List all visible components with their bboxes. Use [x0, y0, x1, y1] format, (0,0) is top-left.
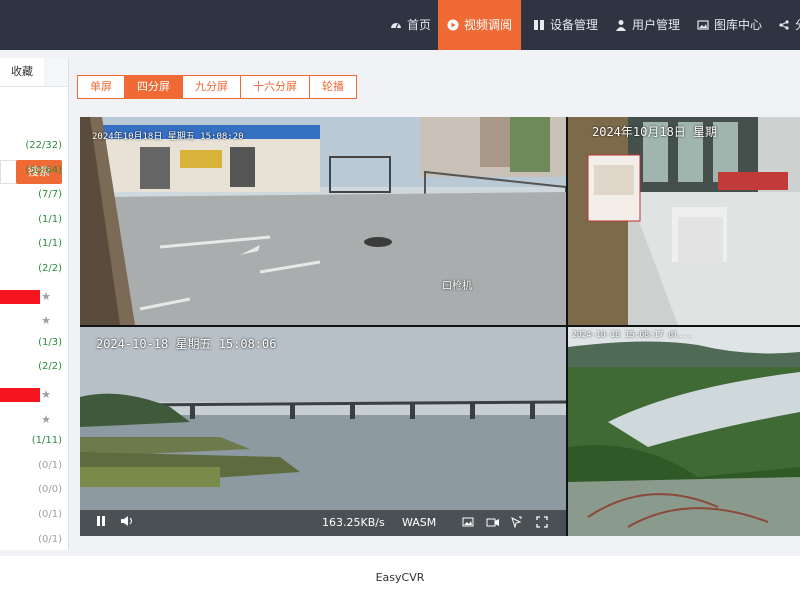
tree-node[interactable]: (2/2) — [0, 361, 62, 381]
tree-node[interactable]: (7/7) — [0, 189, 62, 209]
video-grid: 2024年10月18日 星期五 15:08:20 口枪机 2024年10月18日… — [80, 117, 800, 536]
nav-devices[interactable]: 设备管理 — [533, 0, 598, 50]
page-footer: EasyCVR — [0, 556, 800, 600]
tree-node-count: (50/64) — [25, 165, 62, 176]
tree-node[interactable]: (2/2) — [0, 263, 62, 283]
video-frame-river — [80, 327, 566, 536]
device-tree-panel: 收藏 搜索 (22/32) (50/64) (7/7) (1/1) (1/1) (2/2)… — [0, 58, 69, 550]
camera-name-label: 口枪机 — [442, 281, 472, 292]
nav-share-label: 分 — [795, 0, 800, 50]
tree-node[interactable]: (1/1) — [0, 238, 62, 258]
decoder-readout: WASM — [402, 516, 437, 529]
tree-node[interactable]: (1/3) — [0, 337, 62, 357]
video-frame-lobby — [568, 117, 800, 325]
nav-home[interactable]: 首页 — [390, 0, 431, 50]
tree-node-count: (0/0) — [38, 484, 62, 495]
tree-node-count: (1/1) — [38, 214, 62, 225]
video-cell-1[interactable]: 2024年10月18日 星期五 15:08:20 口枪机 — [80, 117, 566, 325]
split-nine-button[interactable]: 九分屏 — [182, 75, 241, 99]
video-cell-2[interactable]: 2024年10月18日 星期 — [568, 117, 800, 325]
tree-node-count: (0/1) — [38, 460, 62, 471]
split-mode-bar: 单屏 四分屏 九分屏 十六分屏 轮播 — [77, 75, 357, 99]
tree-node[interactable]: (0/1) — [0, 534, 62, 550]
device-icon — [534, 20, 544, 30]
nav-home-label: 首页 — [407, 18, 432, 32]
split-carousel-button[interactable]: 轮播 — [309, 75, 357, 99]
tree-node-count: (1/1) — [38, 238, 62, 249]
dashboard-icon — [391, 23, 401, 29]
tree-node[interactable]: (0/1) — [0, 460, 62, 480]
nav-users-label: 用户管理 — [632, 18, 681, 32]
top-navbar: 首页 视频调阅 设备管理 用户管理 图库中心 分 — [0, 0, 800, 50]
video-cell-3[interactable]: 2024-10-18 星期五 15:08:06 163.25KB/s WASM — [80, 327, 566, 536]
play-icon — [447, 19, 459, 31]
nav-users[interactable]: 用户管理 — [615, 0, 680, 50]
tree-node[interactable]: (1/11) — [0, 435, 62, 455]
nav-video-label: 视频调阅 — [463, 18, 512, 32]
tree-node[interactable]: ★ — [0, 288, 62, 308]
player-control-bar: 163.25KB/s WASM — [80, 510, 566, 536]
split-sixteen-button[interactable]: 十六分屏 — [240, 75, 310, 99]
tree-node[interactable]: ★ — [0, 386, 62, 406]
bitrate-readout: 163.25KB/s — [322, 516, 385, 529]
video-frame-forest — [568, 327, 800, 536]
star-icon[interactable]: ★ — [39, 291, 51, 303]
video-cell-4[interactable]: 2024-10-18 15:08:17 dl... — [568, 327, 800, 536]
star-icon[interactable]: ★ — [39, 389, 51, 401]
tree-node-count: (22/32) — [25, 140, 62, 151]
tree-node-count: (1/3) — [38, 337, 62, 348]
tree-node[interactable]: ★ — [0, 411, 62, 431]
fullscreen-icon[interactable] — [536, 516, 548, 528]
tree-node-count: (2/2) — [38, 263, 62, 274]
user-icon — [616, 20, 626, 31]
pause-icon[interactable] — [96, 515, 106, 527]
split-single-button[interactable]: 单屏 — [77, 75, 125, 99]
nav-gallery-label: 图库中心 — [714, 18, 763, 32]
share-icon — [779, 20, 789, 30]
nav-video[interactable]: 视频调阅 — [438, 0, 521, 50]
tree-node-count: (0/1) — [38, 509, 62, 520]
redacted-label — [0, 388, 40, 402]
camera-osd-timestamp: 2024-10-18 星期五 15:08:06 — [96, 337, 277, 351]
tree-node[interactable]: (50/64) — [0, 165, 62, 185]
camera-osd-timestamp: 2024年10月18日 星期五 15:08:20 — [92, 132, 244, 142]
tree-node-count: (2/2) — [38, 361, 62, 372]
nav-share[interactable]: 分 — [778, 0, 800, 50]
ptz-icon[interactable] — [510, 516, 522, 528]
video-frame-gate — [80, 117, 566, 325]
gallery-icon — [697, 20, 709, 30]
camera-osd-timestamp: 2024-10-18 15:08:17 dl... — [572, 330, 693, 339]
nav-devices-label: 设备管理 — [550, 18, 599, 32]
record-icon[interactable] — [486, 516, 500, 528]
tab-favorites[interactable]: 收藏 — [0, 58, 44, 87]
volume-icon[interactable] — [120, 515, 134, 527]
tree-node-count: (7/7) — [38, 189, 62, 200]
tab-strip — [44, 58, 68, 87]
camera-osd-timestamp: 2024年10月18日 星期 — [592, 125, 718, 139]
tree-node-count: (0/1) — [38, 534, 62, 545]
nav-gallery[interactable]: 图库中心 — [697, 0, 762, 50]
snapshot-icon[interactable] — [462, 516, 474, 528]
tree-node[interactable]: (22/32) — [0, 140, 62, 160]
tree-node[interactable]: (0/1) — [0, 509, 62, 529]
tree-node[interactable]: (1/1) — [0, 214, 62, 234]
star-icon[interactable]: ★ — [39, 414, 51, 426]
tree-node-count: (1/11) — [31, 435, 62, 446]
split-quad-button[interactable]: 四分屏 — [124, 75, 183, 99]
tree-node[interactable]: (0/0) — [0, 484, 62, 504]
tree-node[interactable]: ★ — [0, 312, 62, 332]
redacted-label — [0, 290, 40, 304]
star-icon[interactable]: ★ — [39, 315, 51, 327]
